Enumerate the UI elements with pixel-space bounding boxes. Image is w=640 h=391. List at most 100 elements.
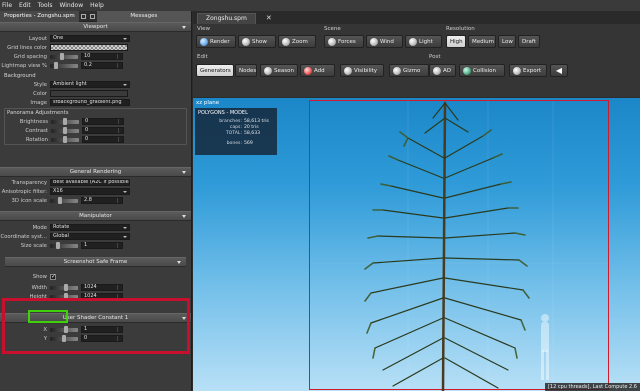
back-button[interactable]: ◀ xyxy=(550,64,568,77)
contrast-value: 0 xyxy=(85,127,89,133)
coord-select[interactable]: Global xyxy=(50,233,130,240)
brightness-label: Brightness xyxy=(19,118,48,125)
show-button[interactable]: Show xyxy=(238,35,276,48)
width-label: Width xyxy=(31,284,47,291)
gizmo-button[interactable]: Gizmo xyxy=(389,64,429,77)
nodes-button[interactable]: Nodes xyxy=(235,64,257,77)
export-button[interactable]: Export xyxy=(509,64,547,77)
anisotropic-select[interactable]: X16 xyxy=(50,188,130,195)
color-swatch[interactable] xyxy=(50,90,128,97)
mode-value: Rotate xyxy=(53,224,70,230)
spinner-icon[interactable] xyxy=(117,285,121,290)
style-select[interactable]: Ambient light xyxy=(50,81,130,88)
chevron-down-icon xyxy=(123,235,127,238)
lightmap-label: Lightmap view % xyxy=(1,62,47,69)
generators-button[interactable]: Generators xyxy=(196,64,234,77)
visibility-button[interactable]: Visibility xyxy=(340,64,384,77)
section-safe-frame-header[interactable]: Screenshot Safe Frame xyxy=(5,257,186,267)
width-slider[interactable] xyxy=(50,284,78,291)
lightmap-slider[interactable] xyxy=(50,62,78,69)
render-button[interactable]: Render xyxy=(196,35,236,48)
slider-knob[interactable] xyxy=(56,242,60,249)
slider-knob[interactable] xyxy=(60,53,64,60)
menu-tools[interactable]: Tools xyxy=(38,2,53,9)
chevron-down-icon xyxy=(123,83,127,86)
close-tab-icon[interactable]: ✕ xyxy=(266,13,272,24)
tab-properties[interactable]: Properties - Zongshu.spm xyxy=(0,11,79,22)
menu-help[interactable]: Help xyxy=(90,2,104,9)
size-input[interactable]: 1 xyxy=(81,242,123,249)
draft-label: Draft xyxy=(522,38,536,45)
menu-file[interactable]: File xyxy=(2,2,12,9)
slider-knob[interactable] xyxy=(63,136,67,143)
brightness-slider[interactable] xyxy=(51,118,79,125)
spinner-icon[interactable] xyxy=(118,119,122,124)
tab-zongshu[interactable]: Zongshu.spm xyxy=(197,13,256,24)
forces-button[interactable]: Forces xyxy=(324,35,364,48)
spinner-icon[interactable] xyxy=(117,243,121,248)
spinner-icon[interactable] xyxy=(117,63,121,68)
slider-knob[interactable] xyxy=(58,197,62,204)
medium-button[interactable]: Medium xyxy=(468,35,496,48)
ao-button[interactable]: AO xyxy=(429,64,456,77)
menu-edit[interactable]: Edit xyxy=(19,2,31,9)
contrast-input[interactable]: 0 xyxy=(82,127,124,134)
section-viewport-header[interactable]: Viewport xyxy=(0,22,191,32)
grid-spacing-input[interactable]: 10 xyxy=(81,53,123,60)
color-label: Color xyxy=(33,90,47,97)
section-manipulator-header[interactable]: Manipulator xyxy=(0,211,191,221)
brightness-input[interactable]: 0 xyxy=(82,118,124,125)
icon-scale-input[interactable]: 2.8 xyxy=(81,197,123,204)
mode-select[interactable]: Rotate xyxy=(50,224,130,231)
coord-label: Coordinate syst... xyxy=(0,233,47,240)
transparency-select[interactable]: Best available (A2C if possible xyxy=(50,179,130,186)
spinner-icon[interactable] xyxy=(117,54,121,59)
document-tabs: Zongshu.spm ✕ xyxy=(193,11,640,24)
season-label: Season xyxy=(274,67,294,74)
light-button[interactable]: Light xyxy=(405,35,442,48)
toolbar: View Render Show Zoom Scene Forces Wind … xyxy=(193,24,640,97)
grid-lines-color-swatch[interactable] xyxy=(50,44,128,51)
season-button[interactable]: Season xyxy=(260,64,298,77)
slider-knob[interactable] xyxy=(63,127,67,134)
coord-value: Global xyxy=(53,233,69,239)
3d-viewport[interactable]: xz plane POLYGONS - MODEL branches: 58,61… xyxy=(193,98,640,391)
slider-knob[interactable] xyxy=(54,62,58,69)
rotation-value: 0 xyxy=(85,136,89,142)
spinner-icon[interactable] xyxy=(118,137,122,142)
show-checkbox[interactable] xyxy=(50,273,56,280)
scene-group-label: Scene xyxy=(324,26,341,32)
slider-knob[interactable] xyxy=(64,284,68,291)
draft-button[interactable]: Draft xyxy=(518,35,540,48)
layout-select[interactable]: One xyxy=(50,35,130,42)
close-icon[interactable] xyxy=(89,13,95,19)
float-icon[interactable] xyxy=(80,13,86,19)
rotation-slider[interactable] xyxy=(51,136,79,143)
image-input[interactable]: sfbackground_gradient.png xyxy=(50,99,130,106)
slider-knob[interactable] xyxy=(63,118,67,125)
tab-messages[interactable]: Messages xyxy=(96,11,191,22)
grid-spacing-slider[interactable] xyxy=(50,53,78,60)
lightmap-input[interactable]: 0.2 xyxy=(81,62,123,69)
low-button[interactable]: Low xyxy=(498,35,516,48)
spinner-icon[interactable] xyxy=(117,198,121,203)
zoom-button[interactable]: Zoom xyxy=(278,35,316,48)
spinner-icon[interactable] xyxy=(118,128,122,133)
add-button[interactable]: Add xyxy=(300,64,335,77)
menu-window[interactable]: Window xyxy=(59,2,83,9)
collision-button[interactable]: Collision xyxy=(459,64,505,77)
collapse-arrow-icon xyxy=(182,26,186,29)
icon-scale-slider[interactable] xyxy=(50,197,78,204)
width-input[interactable]: 1024 xyxy=(81,284,123,291)
wind-button[interactable]: Wind xyxy=(366,35,403,48)
show-row: Show xyxy=(0,272,191,281)
collision-label: Collision xyxy=(473,67,497,74)
contrast-slider[interactable] xyxy=(51,127,79,134)
rotation-input[interactable]: 0 xyxy=(82,136,124,143)
human-scale-silhouette xyxy=(541,314,549,380)
ao-icon xyxy=(433,66,441,75)
size-slider[interactable] xyxy=(50,242,78,249)
section-general-rendering-header[interactable]: General Rendering xyxy=(0,167,191,177)
high-button[interactable]: High xyxy=(446,35,466,48)
collision-icon xyxy=(463,66,471,75)
